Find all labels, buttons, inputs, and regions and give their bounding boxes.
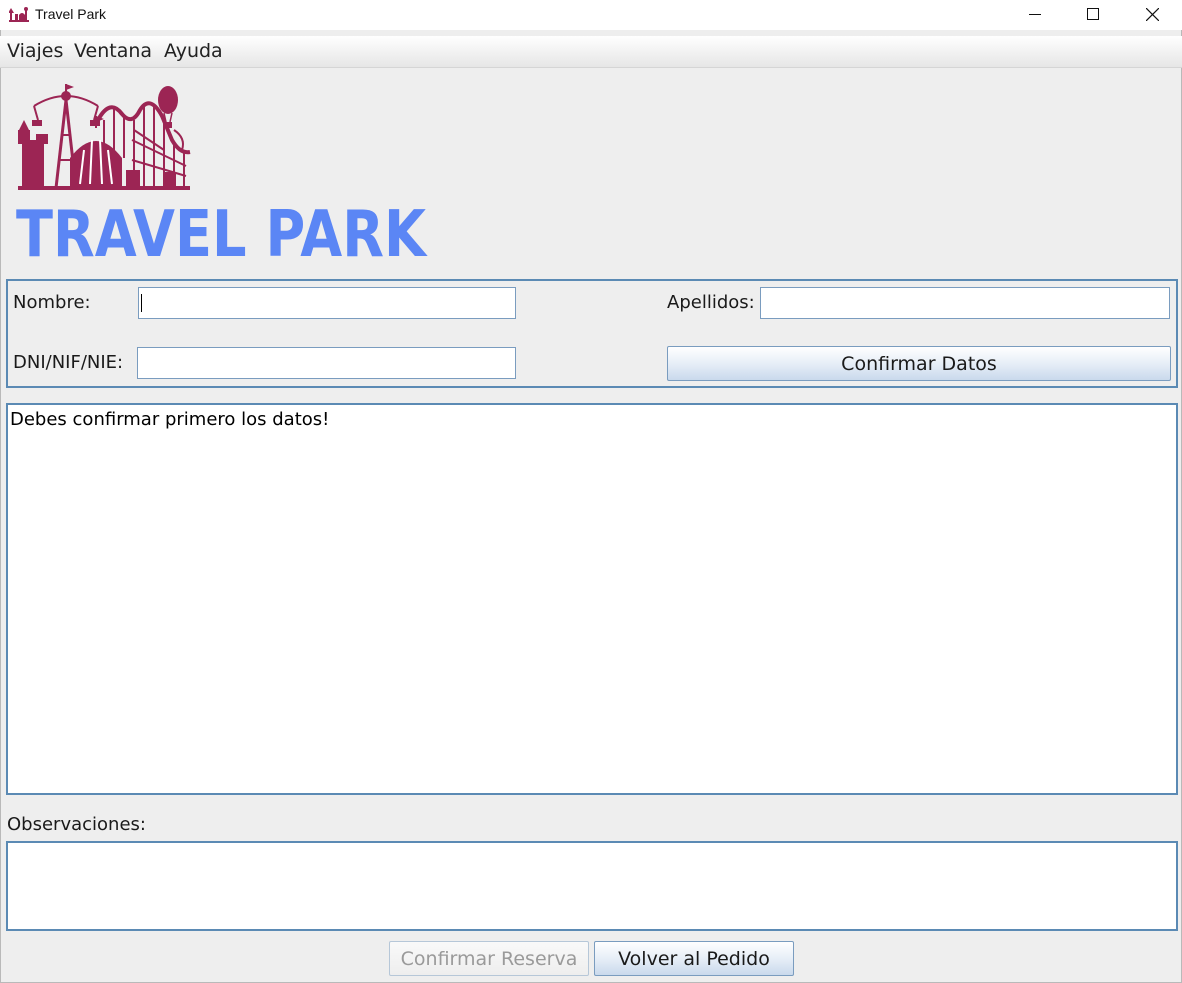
minimize-icon <box>1029 14 1041 15</box>
message-text: Debes confirmar primero los datos! <box>10 409 330 430</box>
menu-ayuda[interactable]: Ayuda <box>164 40 223 62</box>
apellidos-label: Apellidos: <box>667 292 755 313</box>
menu-viajes[interactable]: Viajes <box>7 40 63 62</box>
close-icon <box>1146 8 1159 21</box>
maximize-icon <box>1087 8 1099 20</box>
minimize-button[interactable] <box>1006 0 1064 30</box>
maximize-button[interactable] <box>1064 0 1122 30</box>
message-area[interactable]: Debes confirmar primero los datos! <box>6 403 1178 795</box>
text-caret <box>141 294 142 312</box>
nombre-label: Nombre: <box>13 292 91 313</box>
window-title: Travel Park <box>35 6 107 22</box>
observaciones-textarea[interactable] <box>6 841 1178 931</box>
observaciones-label: Observaciones: <box>7 814 146 835</box>
amusement-park-illustration <box>18 84 191 190</box>
title-bar: Travel Park <box>0 0 1182 30</box>
logo-text: TRAVEL PARK <box>16 198 428 260</box>
apellidos-input[interactable] <box>760 287 1170 319</box>
confirm-data-button[interactable]: Confirmar Datos <box>667 346 1171 381</box>
app-icon <box>9 7 29 22</box>
confirm-reservation-button[interactable]: Confirmar Reserva <box>389 941 589 976</box>
menu-bar: Viajes Ventana Ayuda <box>0 36 1182 68</box>
dni-label: DNI/NIF/NIE: <box>13 352 124 373</box>
dni-input[interactable] <box>137 347 516 379</box>
nombre-input[interactable] <box>138 287 516 319</box>
menu-ventana[interactable]: Ventana <box>74 40 152 62</box>
back-to-order-button[interactable]: Volver al Pedido <box>594 941 794 976</box>
close-button[interactable] <box>1123 0 1181 30</box>
travel-park-logo: TRAVEL PARK <box>16 84 428 260</box>
